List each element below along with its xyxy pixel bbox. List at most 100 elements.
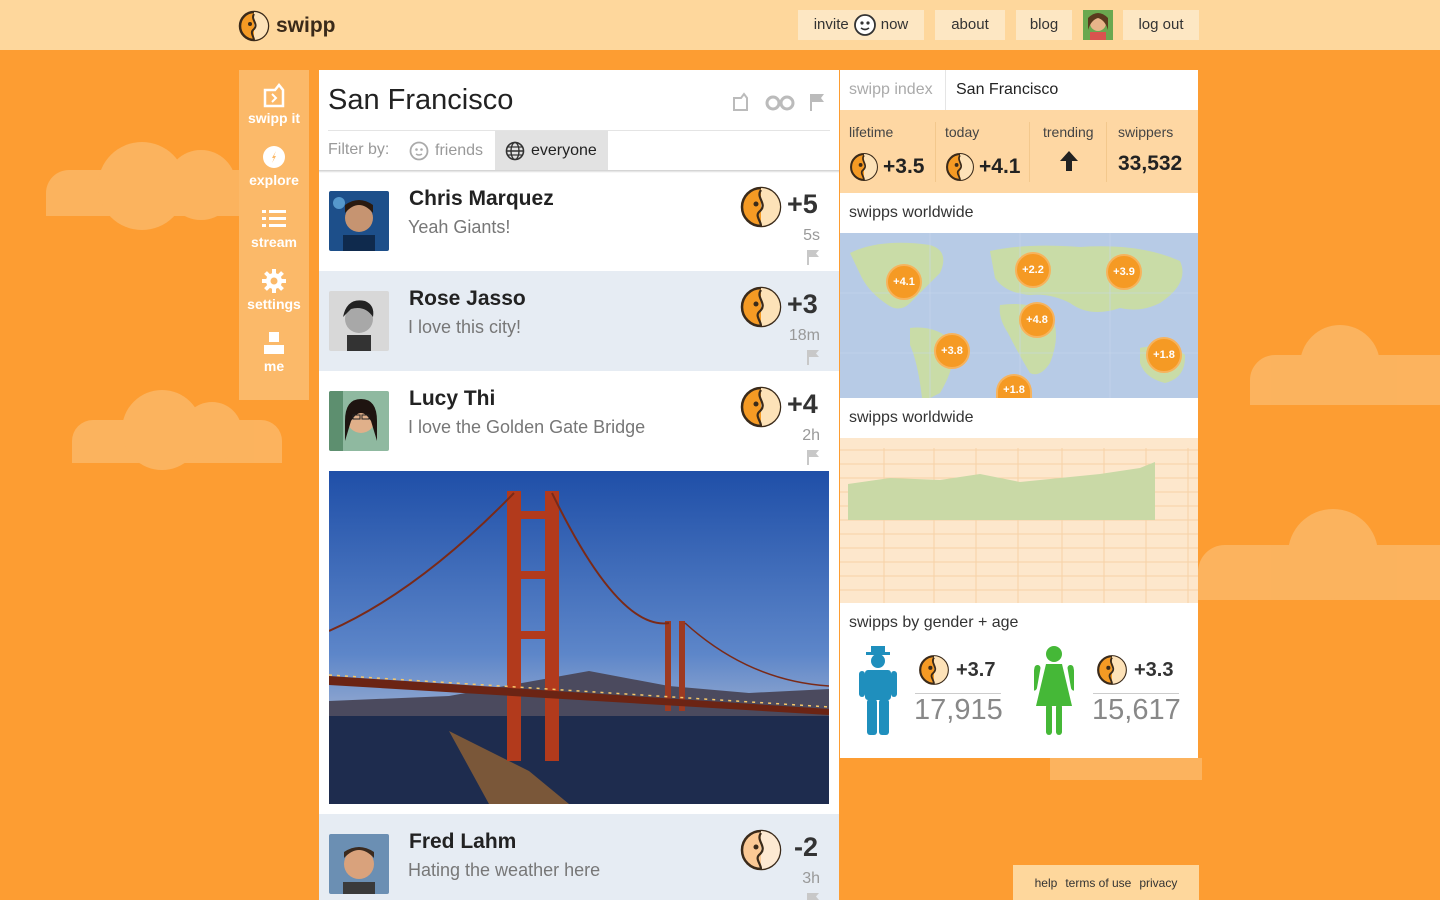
list-item[interactable]: Rose Jasso I love this city! +3 18m <box>319 271 839 371</box>
nav-swipp-it[interactable]: swipp it <box>239 70 309 130</box>
map-bubble[interactable]: +4.8 <box>1019 302 1055 338</box>
terms-link[interactable]: terms of use <box>1065 876 1131 890</box>
map-bubble[interactable]: +4.1 <box>886 264 922 300</box>
map-bubble[interactable]: +3.8 <box>934 333 970 369</box>
kpi-swippers-label: swippers <box>1118 124 1174 140</box>
post-message: I love the Golden Gate Bridge <box>408 417 646 437</box>
kpi-today-number: +4.1 <box>979 155 1021 178</box>
kpi-today-label: today <box>945 124 980 140</box>
worldwide-area-chart[interactable] <box>840 438 1198 603</box>
list-item[interactable]: Chris Marquez Yeah Giants! +5 5s <box>319 171 839 271</box>
avatar <box>329 834 389 894</box>
tab-swipp-index[interactable]: swipp index <box>840 70 946 110</box>
footer-links: help terms of use privacy <box>1013 865 1199 900</box>
male-figure-icon <box>859 646 897 735</box>
nav-settings[interactable]: settings <box>239 256 309 316</box>
background-cloud <box>1198 509 1440 600</box>
post-author[interactable]: Chris Marquez <box>409 187 554 211</box>
page-title: San Francisco <box>328 84 514 116</box>
background-cloud <box>72 390 282 470</box>
swipp-score-icon <box>850 153 878 181</box>
binoculars-icon[interactable] <box>765 93 795 111</box>
friends-face-icon <box>409 141 429 161</box>
flag-icon[interactable] <box>806 892 820 900</box>
post-author[interactable]: Fred Lahm <box>409 830 516 854</box>
kpi-lifetime-label: lifetime <box>849 124 894 140</box>
nav-me-label: me <box>263 358 285 374</box>
swipp-score-icon <box>919 655 949 685</box>
post-score: +4 <box>787 389 818 419</box>
swipp-score-icon <box>946 153 974 181</box>
filter-bar: Filter by: friends everyone <box>319 131 839 171</box>
kpi-lifetime-value: +3.5 <box>849 152 924 182</box>
female-count: 15,617 <box>1092 694 1181 726</box>
kpi-divider <box>1106 122 1107 182</box>
logo[interactable]: swipp <box>238 10 336 42</box>
kpi-trending-label: trending <box>1043 124 1094 140</box>
post-author[interactable]: Lucy Thi <box>409 387 495 411</box>
nav-stream[interactable]: stream <box>239 194 309 254</box>
nav-me[interactable]: me <box>239 318 309 378</box>
list-item[interactable]: Lucy Thi I love the Golden Gate Bridge +… <box>319 371 839 471</box>
filter-label: Filter by: <box>328 141 390 158</box>
map-bubble[interactable]: +1.8 <box>1146 337 1182 373</box>
post-author[interactable]: Rose Jasso <box>409 287 526 311</box>
list-item[interactable]: Fred Lahm Hating the weather here -2 3h <box>319 814 839 900</box>
flag-icon[interactable] <box>806 249 820 265</box>
feed-panel: San Francisco Filter by: friends everyon… <box>319 70 839 900</box>
logo-text: swipp <box>276 14 336 37</box>
post-time: 2h <box>802 427 820 444</box>
post-time: 5s <box>803 227 820 244</box>
flag-icon[interactable] <box>806 449 820 465</box>
post-message: I love this city! <box>408 317 522 337</box>
about-button[interactable]: about <box>935 10 1005 40</box>
map-title: swipps worldwide <box>849 204 974 221</box>
filter-friends[interactable]: friends <box>399 131 493 171</box>
map-bubble[interactable]: +2.2 <box>1015 252 1051 288</box>
post-time: 3h <box>802 870 820 887</box>
help-link[interactable]: help <box>1035 876 1058 890</box>
kpi-swippers-value: 33,532 <box>1118 152 1183 175</box>
kpi-today-value: +4.1 <box>945 152 1020 182</box>
nav-swipp-it-label: swipp it <box>247 110 301 126</box>
blog-button[interactable]: blog <box>1016 10 1072 40</box>
nav-stream-label: stream <box>251 234 297 250</box>
post-time: 18m <box>788 327 820 344</box>
golden-gate-photo[interactable] <box>329 471 829 804</box>
post-score: +3 <box>787 289 818 319</box>
post-message: Hating the weather here <box>408 860 601 880</box>
post-score: -2 <box>794 832 819 862</box>
filter-everyone[interactable]: everyone <box>495 131 608 171</box>
male-score: +3.7 <box>918 654 995 686</box>
swipp-score-icon <box>740 186 782 228</box>
map-bubble[interactable]: +3.9 <box>1106 254 1142 290</box>
flag-icon[interactable] <box>806 349 820 365</box>
female-score: +3.3 <box>1096 654 1173 686</box>
swipp-logo-icon <box>238 10 270 42</box>
list-icon <box>262 210 286 227</box>
gear-icon <box>262 269 286 293</box>
kpi-divider <box>935 122 936 182</box>
swipp-it-icon[interactable] <box>731 92 751 112</box>
female-figure-icon <box>1034 646 1074 735</box>
female-score-value: +3.3 <box>1134 658 1174 681</box>
gender-title: swipps by gender + age <box>849 614 1019 631</box>
smiley-face-icon <box>853 14 876 36</box>
swipp-score-icon <box>740 829 782 871</box>
swipp-score-icon <box>740 386 782 428</box>
logout-button[interactable]: log out <box>1123 10 1199 40</box>
feed-actions <box>731 92 825 112</box>
invite-label: invite <box>813 16 849 33</box>
post-score: +5 <box>787 189 818 219</box>
background-cloud <box>1050 758 1202 780</box>
user-avatar[interactable] <box>1083 10 1113 40</box>
tab-san-francisco[interactable]: San Francisco <box>947 70 1198 110</box>
chart-title: swipps worldwide <box>849 409 974 426</box>
privacy-link[interactable]: privacy <box>1139 876 1177 890</box>
swipp-score-icon <box>740 286 782 328</box>
invite-button[interactable]: invite now <box>798 10 924 40</box>
kpi-divider <box>1029 122 1030 182</box>
flag-icon[interactable] <box>809 93 825 111</box>
stats-panel: swipp index San Francisco lifetime +3.5 … <box>840 70 1198 758</box>
nav-explore[interactable]: explore <box>239 132 309 192</box>
